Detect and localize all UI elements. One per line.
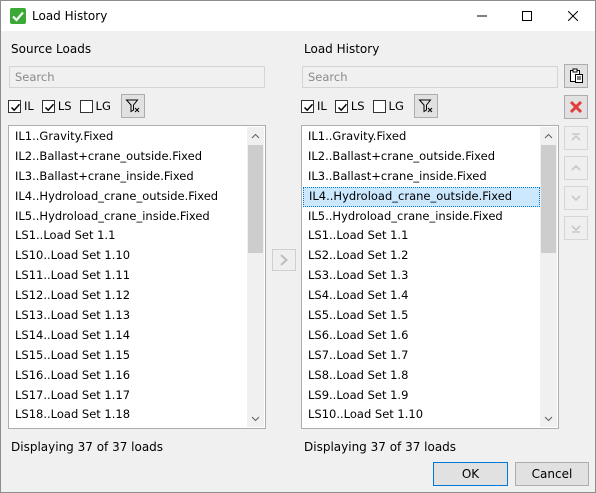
list-item[interactable]: LS9..Load Set 1.9 xyxy=(303,386,540,406)
source-filter-row: IL LS LG xyxy=(8,94,145,118)
move-up-icon xyxy=(571,164,581,171)
history-filter-il-label: IL xyxy=(317,99,327,113)
add-to-history-button[interactable] xyxy=(272,249,296,271)
checkbox-checked-icon xyxy=(8,99,21,113)
history-filter-row: IL LS LG xyxy=(301,94,438,118)
list-item[interactable]: IL5..Hydroload_crane_inside.Fixed xyxy=(10,207,247,227)
source-status: Displaying 37 of 37 loads xyxy=(11,440,164,454)
list-item[interactable]: IL4..Hydroload_crane_outside.Fixed xyxy=(10,187,247,207)
clear-filter-icon xyxy=(125,99,140,113)
history-filter-ls-label: LS xyxy=(350,99,365,113)
source-filter-lg[interactable]: LG xyxy=(79,99,111,113)
scroll-up-arrow-icon[interactable] xyxy=(247,127,264,144)
source-filter-ls[interactable]: LS xyxy=(41,99,72,113)
ok-button[interactable]: OK xyxy=(433,462,508,486)
arrow-right-icon xyxy=(280,254,288,266)
close-icon xyxy=(567,11,578,21)
list-item[interactable]: IL3..Ballast+crane_inside.Fixed xyxy=(303,167,540,187)
source-clear-filter-button[interactable] xyxy=(120,94,145,118)
list-item[interactable]: IL1..Gravity.Fixed xyxy=(10,127,247,147)
scroll-down-arrow-icon[interactable] xyxy=(540,410,557,427)
history-search-input[interactable]: Search xyxy=(302,66,558,88)
list-item[interactable]: IL3..Ballast+crane_inside.Fixed xyxy=(10,167,247,187)
scroll-thumb[interactable] xyxy=(541,145,556,253)
history-filter-lg-label: LG xyxy=(388,99,404,113)
history-list-items: IL1..Gravity.Fixed IL2..Ballast+crane_out… xyxy=(303,127,540,427)
checkbox-checked-icon xyxy=(334,99,348,113)
source-filter-il[interactable]: IL xyxy=(8,99,34,113)
list-item[interactable]: LS8..Load Set 1.8 xyxy=(303,366,540,386)
move-up-button[interactable] xyxy=(564,156,588,180)
scroll-up-arrow-icon[interactable] xyxy=(540,127,557,144)
delete-x-icon xyxy=(569,100,583,114)
list-item[interactable]: LS3..Load Set 1.3 xyxy=(303,266,540,286)
maximize-button[interactable] xyxy=(504,1,549,31)
clipboard-icon xyxy=(570,68,583,83)
list-item[interactable]: LS14..Load Set 1.14 xyxy=(10,326,247,346)
list-item[interactable]: LS12..Load Set 1.12 xyxy=(10,286,247,306)
source-list-items: IL1..Gravity.Fixed IL2..Ballast+crane_out… xyxy=(10,127,247,427)
maximize-icon xyxy=(521,11,532,21)
source-scrollbar[interactable] xyxy=(247,127,264,427)
checkbox-checked-icon xyxy=(301,99,314,113)
history-filter-lg[interactable]: LG xyxy=(372,99,404,113)
minimize-button[interactable] xyxy=(459,1,504,31)
window-title: Load History xyxy=(32,9,108,23)
load-history-dialog: Load History Source Loads Search IL LS L… xyxy=(0,0,596,493)
move-bottom-button[interactable] xyxy=(564,216,588,240)
paste-button[interactable] xyxy=(564,64,588,88)
move-bottom-icon xyxy=(571,225,581,233)
source-loads-label: Source Loads xyxy=(11,42,92,56)
history-filter-il[interactable]: IL xyxy=(301,99,327,113)
title-bar[interactable]: Load History xyxy=(1,1,595,31)
list-item[interactable]: LS4..Load Set 1.4 xyxy=(303,286,540,306)
checkbox-checked-icon xyxy=(41,99,55,113)
source-search-input[interactable]: Search xyxy=(9,66,265,88)
list-item[interactable]: IL2..Ballast+crane_outside.Fixed xyxy=(10,147,247,167)
source-filter-il-label: IL xyxy=(24,99,34,113)
load-history-list[interactable]: IL1..Gravity.Fixed IL2..Ballast+crane_out… xyxy=(301,125,559,429)
source-loads-list[interactable]: IL1..Gravity.Fixed IL2..Ballast+crane_out… xyxy=(8,125,266,429)
move-top-icon xyxy=(571,133,581,141)
list-item[interactable]: IL5..Hydroload_crane_inside.Fixed xyxy=(303,207,540,227)
list-item[interactable]: LS16..Load Set 1.16 xyxy=(10,366,247,386)
list-item[interactable]: LS11..Load Set 1.11 xyxy=(10,266,247,286)
list-item[interactable]: LS6..Load Set 1.6 xyxy=(303,326,540,346)
list-item[interactable]: LS1..Load Set 1.1 xyxy=(303,226,540,246)
list-item[interactable]: LS5..Load Set 1.5 xyxy=(303,306,540,326)
list-item[interactable]: IL4..Hydroload_crane_outside.Fixed xyxy=(303,186,540,207)
checkbox-unchecked-icon xyxy=(372,99,386,113)
scroll-down-arrow-icon[interactable] xyxy=(247,410,264,427)
history-filter-ls[interactable]: LS xyxy=(334,99,365,113)
list-item[interactable]: LS10..Load Set 1.10 xyxy=(303,405,540,425)
list-item[interactable]: LS15..Load Set 1.15 xyxy=(10,346,247,366)
list-item[interactable]: IL1..Gravity.Fixed xyxy=(303,127,540,147)
load-history-label: Load History xyxy=(304,42,380,56)
minimize-icon xyxy=(476,15,487,17)
list-item[interactable]: LS10..Load Set 1.10 xyxy=(10,246,247,266)
list-item[interactable]: IL2..Ballast+crane_outside.Fixed xyxy=(303,147,540,167)
close-button[interactable] xyxy=(550,1,595,31)
list-item[interactable]: LS13..Load Set 1.13 xyxy=(10,306,247,326)
list-item[interactable]: LS17..Load Set 1.17 xyxy=(10,386,247,406)
source-filter-lg-label: LG xyxy=(95,99,111,113)
move-down-icon xyxy=(571,195,581,202)
list-item[interactable]: LS18..Load Set 1.18 xyxy=(10,405,247,425)
move-top-button[interactable] xyxy=(564,126,588,150)
list-item[interactable]: LS7..Load Set 1.7 xyxy=(303,346,540,366)
move-down-button[interactable] xyxy=(564,186,588,210)
history-clear-filter-button[interactable] xyxy=(413,94,438,118)
history-scrollbar[interactable] xyxy=(540,127,557,427)
scroll-thumb[interactable] xyxy=(248,145,263,253)
list-item[interactable]: LS1..Load Set 1.1 xyxy=(10,226,247,246)
clear-filter-icon xyxy=(418,99,433,113)
checkbox-unchecked-icon xyxy=(79,99,93,113)
list-item[interactable]: LS2..Load Set 1.2 xyxy=(303,246,540,266)
cancel-button[interactable]: Cancel xyxy=(515,462,589,486)
check-icon xyxy=(10,8,26,24)
source-filter-ls-label: LS xyxy=(57,99,72,113)
history-status: Displaying 37 of 37 loads xyxy=(304,440,457,454)
delete-button[interactable] xyxy=(564,95,588,119)
